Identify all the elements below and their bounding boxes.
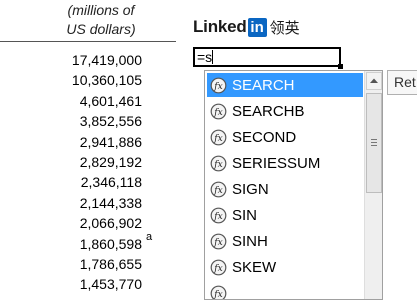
svg-text:fx: fx bbox=[213, 82, 222, 92]
svg-text:fx: fx bbox=[213, 186, 222, 196]
function-icon: fx bbox=[210, 207, 227, 224]
footnote-marker: a bbox=[146, 231, 152, 243]
autocomplete-item-search[interactable]: fx SEARCH bbox=[207, 73, 363, 97]
value-cell[interactable]: 1,860,598 bbox=[60, 234, 142, 254]
autocomplete-item-label: SECOND bbox=[232, 129, 296, 146]
function-icon: fx bbox=[210, 77, 227, 94]
autocomplete-item-skew[interactable]: fx SKEW bbox=[207, 255, 363, 279]
autocomplete-item-sin[interactable]: fx SIN bbox=[207, 203, 363, 227]
value-cell[interactable]: 17,419,000 bbox=[60, 50, 142, 70]
function-icon: fx bbox=[210, 129, 227, 146]
scrollbar-thumb[interactable] bbox=[366, 93, 382, 193]
value-cell[interactable]: 2,066,902 bbox=[60, 213, 142, 233]
grip-icon bbox=[367, 94, 381, 192]
value-cell[interactable]: 4,601,461 bbox=[60, 91, 142, 111]
function-icon: fx bbox=[210, 233, 227, 250]
scroll-up-button[interactable] bbox=[366, 72, 382, 90]
svg-text:fx: fx bbox=[213, 134, 222, 144]
autocomplete-item-label: SEARCHB bbox=[232, 103, 305, 120]
cell-formula-text: =s bbox=[197, 49, 212, 65]
value-cell[interactable]: 2,941,886 bbox=[60, 132, 142, 152]
function-icon: fx bbox=[210, 259, 227, 276]
svg-text:fx: fx bbox=[213, 238, 222, 248]
function-autocomplete-list[interactable]: fx SEARCH fx SEARCHB fx SECOND fx SERIES… bbox=[204, 70, 383, 300]
fill-handle[interactable] bbox=[338, 64, 343, 69]
autocomplete-item-sinh[interactable]: fx SINH bbox=[207, 229, 363, 253]
autocomplete-item-label: SIN bbox=[232, 207, 257, 224]
autocomplete-item-label: SIGN bbox=[232, 181, 269, 198]
logo-in-box: in bbox=[248, 18, 267, 37]
function-icon: fx bbox=[210, 103, 227, 120]
active-cell-editor[interactable]: =s bbox=[193, 47, 341, 67]
function-icon: fx bbox=[210, 181, 227, 198]
svg-text:fx: fx bbox=[213, 212, 222, 222]
value-cell[interactable]: 2,346,118 bbox=[60, 172, 142, 192]
value-cell[interactable]: 3,852,556 bbox=[60, 111, 142, 131]
svg-text:fx: fx bbox=[213, 264, 222, 274]
value-cell[interactable]: 1,453,770 bbox=[60, 274, 142, 294]
column-header-line2: US dollars) bbox=[60, 21, 142, 37]
value-cell[interactable]: 1,786,655 bbox=[60, 254, 142, 274]
autocomplete-item-label: SINH bbox=[232, 233, 268, 250]
value-column: 17,419,000 10,360,105 4,601,461 3,852,55… bbox=[60, 50, 142, 295]
value-cell[interactable]: 10,360,105 bbox=[60, 70, 142, 90]
scroll-up-arrow-icon bbox=[367, 73, 381, 89]
function-tooltip: Ret bbox=[387, 70, 417, 95]
autocomplete-item-partial[interactable]: fx bbox=[207, 281, 363, 300]
autocomplete-item-seriessum[interactable]: fx SERIESSUM bbox=[207, 151, 363, 175]
autocomplete-item-label: SEARCH bbox=[232, 77, 295, 94]
svg-text:fx: fx bbox=[213, 160, 222, 170]
autocomplete-item-sign[interactable]: fx SIGN bbox=[207, 177, 363, 201]
autocomplete-item-label: SERIESSUM bbox=[232, 155, 320, 172]
logo-wordmark: Linked bbox=[193, 17, 247, 37]
value-cell[interactable]: 2,144,338 bbox=[60, 193, 142, 213]
function-icon: fx bbox=[210, 285, 227, 300]
logo-chinese-name: 领英 bbox=[270, 17, 300, 38]
function-icon: fx bbox=[210, 155, 227, 172]
linkedin-logo: Linked in 领英 bbox=[193, 17, 300, 37]
autocomplete-scrollbar[interactable] bbox=[364, 71, 383, 300]
autocomplete-item-searchb[interactable]: fx SEARCHB bbox=[207, 99, 363, 123]
svg-text:fx: fx bbox=[213, 290, 222, 300]
text-caret bbox=[212, 50, 213, 64]
autocomplete-item-second[interactable]: fx SECOND bbox=[207, 125, 363, 149]
column-header-line1: (millions of bbox=[60, 2, 142, 18]
header-rule bbox=[0, 41, 176, 42]
autocomplete-item-label: SKEW bbox=[232, 259, 276, 276]
value-cell[interactable]: 2,829,192 bbox=[60, 152, 142, 172]
svg-text:fx: fx bbox=[213, 108, 222, 118]
